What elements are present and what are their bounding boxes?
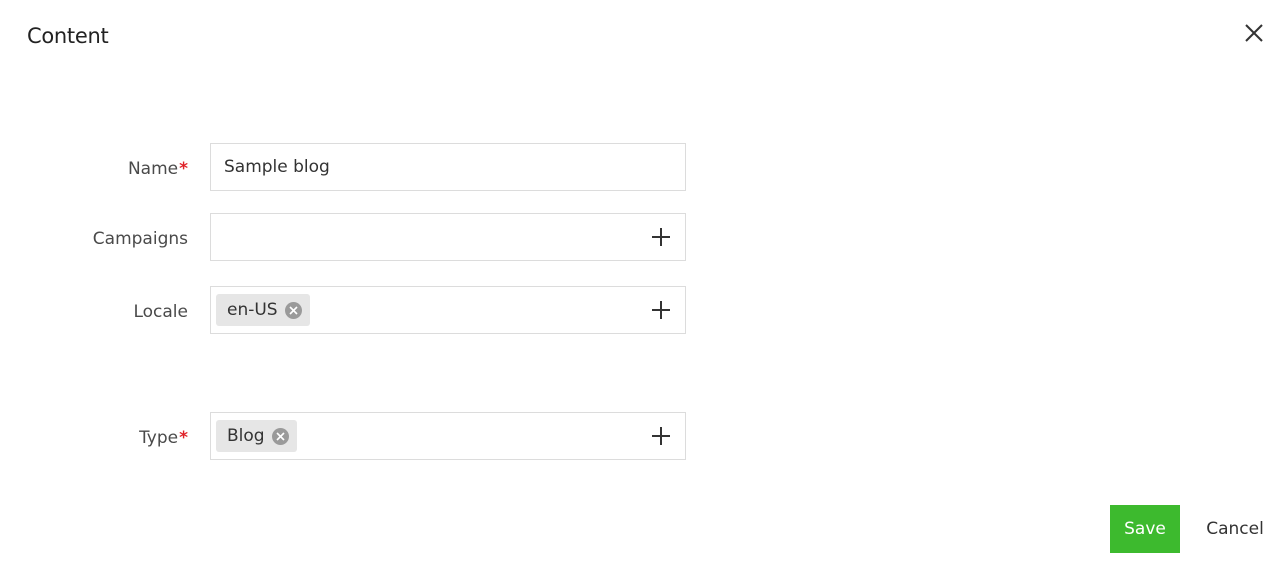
type-tag-label: Blog: [227, 426, 265, 446]
plus-icon: [650, 299, 672, 321]
type-row: Type* Blog: [0, 412, 690, 460]
save-button[interactable]: Save: [1110, 505, 1180, 553]
plus-icon: [650, 226, 672, 248]
campaigns-label: Campaigns: [92, 229, 188, 249]
locale-tag: en-US: [216, 294, 310, 326]
campaigns-field[interactable]: [210, 213, 686, 261]
required-star: *: [179, 428, 188, 448]
campaigns-row: Campaigns: [0, 213, 690, 261]
name-label: Name*: [127, 159, 188, 179]
plus-icon: [650, 425, 672, 447]
name-row: Name*: [0, 143, 690, 191]
content-dialog: Content Name* Campaigns: [0, 0, 1282, 562]
close-button[interactable]: [1242, 21, 1266, 45]
type-label: Type*: [139, 428, 188, 448]
type-field[interactable]: Blog: [210, 412, 686, 460]
close-circle-icon: [276, 431, 285, 441]
remove-locale-tag-button[interactable]: [284, 301, 302, 319]
add-locale-button[interactable]: [650, 299, 672, 321]
locale-label: Locale: [133, 302, 188, 322]
add-campaign-button[interactable]: [650, 226, 672, 248]
required-star: *: [179, 159, 188, 179]
add-type-button[interactable]: [650, 425, 672, 447]
close-icon: [1242, 21, 1266, 45]
type-tag: Blog: [216, 420, 297, 452]
locale-field[interactable]: en-US: [210, 286, 686, 334]
locale-row: Locale en-US: [0, 286, 690, 334]
locale-tag-label: en-US: [227, 300, 278, 320]
dialog-title: Content: [27, 24, 109, 48]
name-field-box: [210, 143, 686, 191]
remove-type-tag-button[interactable]: [271, 427, 289, 445]
cancel-button[interactable]: Cancel: [1196, 505, 1274, 553]
close-circle-icon: [289, 305, 298, 315]
name-input[interactable]: [211, 144, 664, 190]
